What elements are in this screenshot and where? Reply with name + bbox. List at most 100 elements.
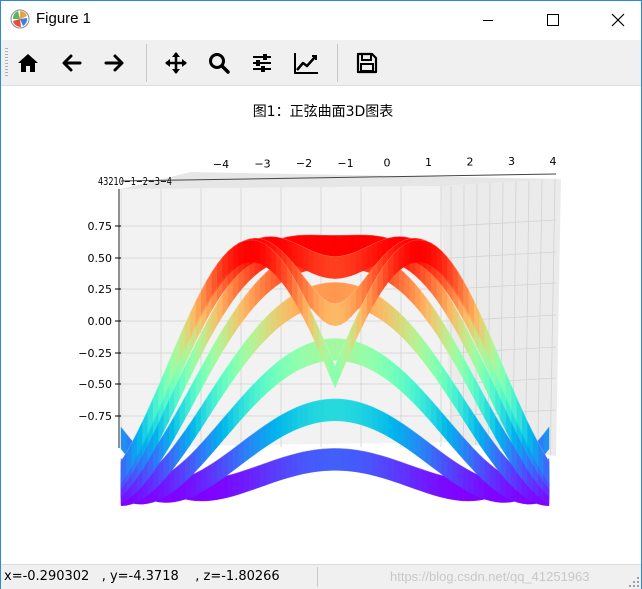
x-tick-label: 4 [550,155,557,168]
surface-facet [383,298,389,326]
surface-facet [324,448,330,472]
surface-facet [345,253,352,278]
surface-facet [286,408,293,435]
surface-facet [404,424,411,451]
surface-facet [393,417,400,444]
surface-facet [292,241,298,267]
surface-facet [281,411,288,438]
surface-facet [227,448,234,475]
surface-facet [366,345,373,371]
surface-facet [292,348,298,374]
z-tick-label: −0.25 [78,347,112,360]
surface-facet [222,475,229,499]
minimize-button[interactable] [465,1,511,39]
surface-facet [265,461,271,486]
surface-facet [302,343,309,369]
surface-facet [334,448,341,471]
matplotlib-app-icon [10,9,30,29]
surface-facet [457,463,464,490]
minimize-icon [483,20,493,21]
x-tick-label: 2 [467,156,474,169]
surface-facet [425,439,432,467]
surface-facet [372,452,378,477]
z-tick-label: 0.50 [88,252,113,265]
surface-facet [275,457,282,482]
surface-facet [415,239,421,263]
surface-facet [292,452,298,477]
surface-facet [249,432,256,459]
x-tick-label: 0 [384,156,391,169]
back-button[interactable] [55,46,89,80]
close-icon [611,13,625,27]
z-tick-label: −0.50 [78,378,112,391]
surface-facet [190,448,197,477]
surface-facet [329,255,336,279]
pan-button[interactable] [159,46,193,80]
resize-grip-icon[interactable] [629,577,639,587]
surface-facet [243,239,250,264]
x-tick-label: −4 [213,158,229,171]
zoom-button[interactable] [202,46,236,80]
toolbar-grip[interactable] [5,48,8,78]
surface-facet [361,246,368,272]
surface-facet [468,469,475,496]
subplots-button[interactable] [245,46,279,80]
surface-facet [431,242,437,269]
surface-facet [388,414,394,441]
surface-facet [372,348,378,374]
figure-window: Figure 1 图1：正弦曲面3D图表 −4 −3 −2 −1 0 1 2 3… [0,0,642,589]
z-tick-label: 0.25 [88,283,113,296]
surface-facet [372,241,378,267]
surface-plot[interactable]: 图1：正弦曲面3D图表 −4 −3 −2 −1 0 1 2 3 4 43210−1−2−3−4 0.… [1,86,641,564]
surface-facet [366,451,373,476]
forward-button[interactable] [97,46,131,80]
surface-facet [366,404,373,430]
surface-facet [286,454,293,479]
watermark: https://blog.csdn.net/qq_41251963 [390,569,590,584]
coordinate-readout: x=-0.290302 , y=-4.3718 , z=-1.80266 [4,569,280,584]
y-tick-labels: 43210−1−2−3−4 [98,175,172,188]
pan-icon [165,52,187,74]
surface-facet [281,298,288,326]
toolbar-separator [337,44,338,82]
forward-arrow-icon [104,54,124,72]
x-tick-label: 1 [425,156,432,169]
surface-facet [324,299,330,326]
surface-facet [297,345,304,371]
surface-facet [259,462,266,488]
surface-facet [399,421,405,448]
surface-facet [383,455,389,480]
surface-facet [404,462,411,488]
surface-facet [324,254,330,279]
customize-button[interactable] [288,46,322,80]
surface-facet [243,468,250,493]
surface-facet [297,243,304,270]
subplots-icon [253,54,271,72]
surface-facet [334,398,341,422]
surface-facet [340,234,346,258]
plot-canvas[interactable]: 图1：正弦曲面3D图表 −4 −3 −2 −1 0 1 2 3 4 43210−1−2−3−4 0.… [1,86,641,564]
surface-facet [431,444,437,471]
surface-facet [340,299,346,326]
surface-facet [308,401,314,426]
title-bar[interactable]: Figure 1 [1,1,641,39]
surface-facet [377,408,384,435]
surface-facet [473,472,480,498]
surface-facet [313,251,320,276]
customize-icon [294,53,318,74]
surface-facet [238,439,245,467]
surface-facet [345,448,352,472]
surface-facet [254,464,261,490]
save-button[interactable] [350,46,384,80]
status-bar: x=-0.290302 , y=-4.3718 , z=-1.80266 htt… [1,564,641,589]
surface-facet [217,456,223,483]
surface-facet [297,404,304,430]
surface-facet [361,402,368,428]
maximize-button[interactable] [530,1,576,39]
surface-facet [334,255,341,279]
surface-facet [329,448,336,471]
surface-facet [425,470,432,495]
close-button[interactable] [595,1,641,39]
surface-facet [377,295,384,322]
home-button[interactable] [11,46,45,80]
